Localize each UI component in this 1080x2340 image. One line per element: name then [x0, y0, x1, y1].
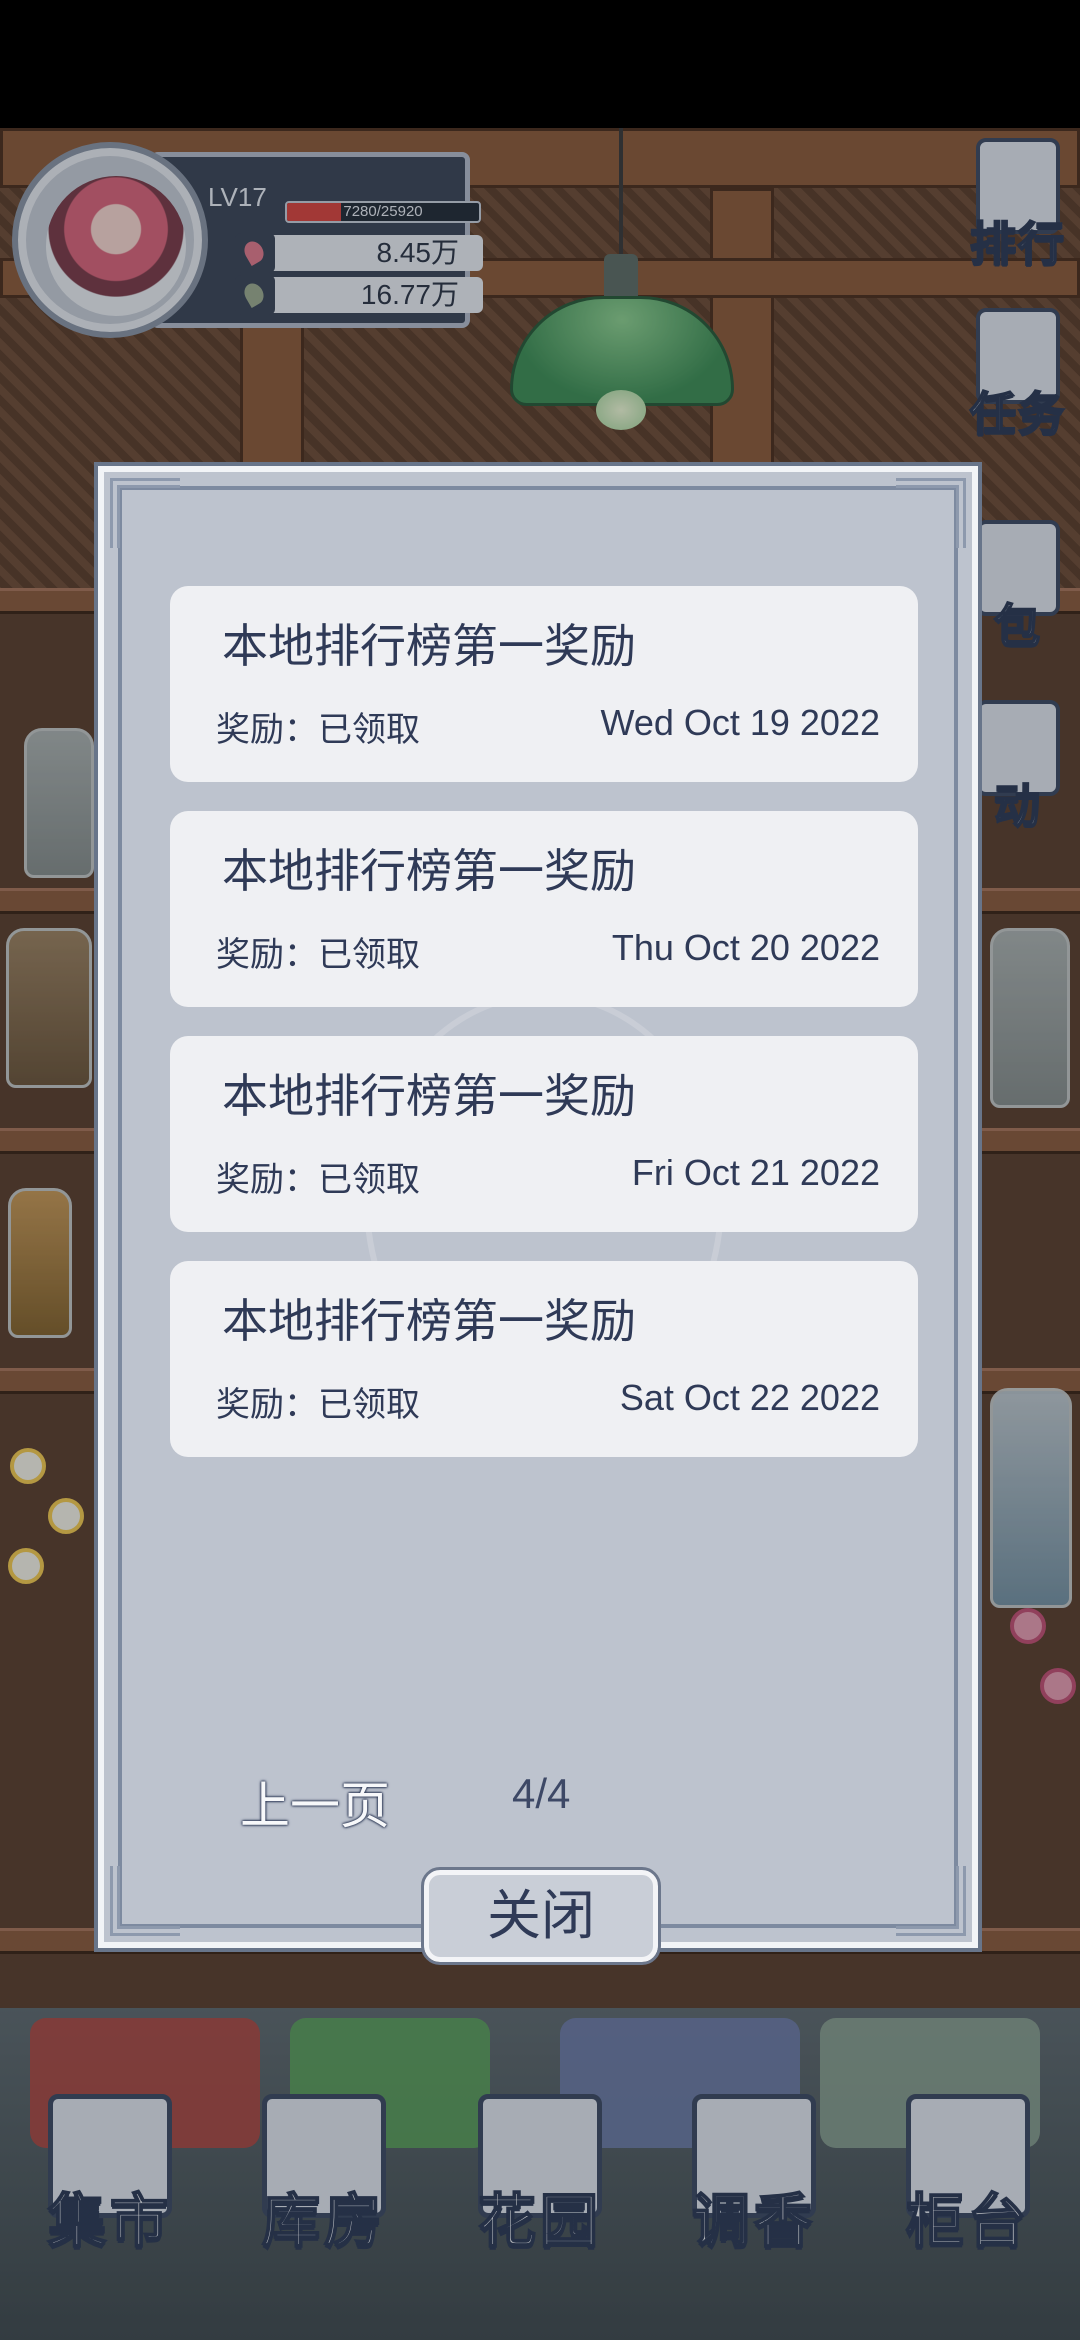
reward-date: Sat Oct 22 2022: [619, 1377, 880, 1418]
page-indicator: 4/4: [512, 1770, 571, 1817]
reward-list: 本地排行榜第一奖励 奖励：已领取 Wed Oct 19 2022 本地排行榜第一…: [170, 586, 918, 1486]
frame-corner-ornament: [110, 1866, 180, 1936]
reward-date: Thu Oct 20 2022: [611, 927, 880, 968]
reward-status: 奖励：已领取: [216, 1386, 420, 1424]
reward-status: 奖励：已领取: [216, 936, 420, 974]
reward-status: 奖励：已领取: [216, 711, 420, 749]
reward-title: 本地排行榜第一奖励: [222, 620, 636, 672]
reward-date: Wed Oct 19 2022: [600, 702, 880, 743]
reward-title: 本地排行榜第一奖励: [222, 845, 636, 897]
frame-corner-ornament: [896, 1866, 966, 1936]
frame-corner-ornament: [110, 478, 180, 548]
reward-item: 本地排行榜第一奖励 奖励：已领取 Thu Oct 20 2022: [170, 811, 918, 1007]
reward-history-dialog: 本地排行榜第一奖励 奖励：已领取 Wed Oct 19 2022 本地排行榜第一…: [94, 462, 982, 1952]
reward-status: 奖励：已领取: [216, 1161, 420, 1199]
reward-item: 本地排行榜第一奖励 奖励：已领取 Sat Oct 22 2022: [170, 1261, 918, 1457]
reward-item: 本地排行榜第一奖励 奖励：已领取 Fri Oct 21 2022: [170, 1036, 918, 1232]
prev-page-button[interactable]: 上一页: [240, 1766, 390, 1838]
reward-title: 本地排行榜第一奖励: [222, 1295, 636, 1347]
reward-item: 本地排行榜第一奖励 奖励：已领取 Wed Oct 19 2022: [170, 586, 918, 782]
frame-corner-ornament: [896, 478, 966, 548]
reward-date: Fri Oct 21 2022: [631, 1152, 880, 1193]
close-button[interactable]: 关闭: [421, 1867, 661, 1965]
reward-title: 本地排行榜第一奖励: [222, 1070, 636, 1122]
